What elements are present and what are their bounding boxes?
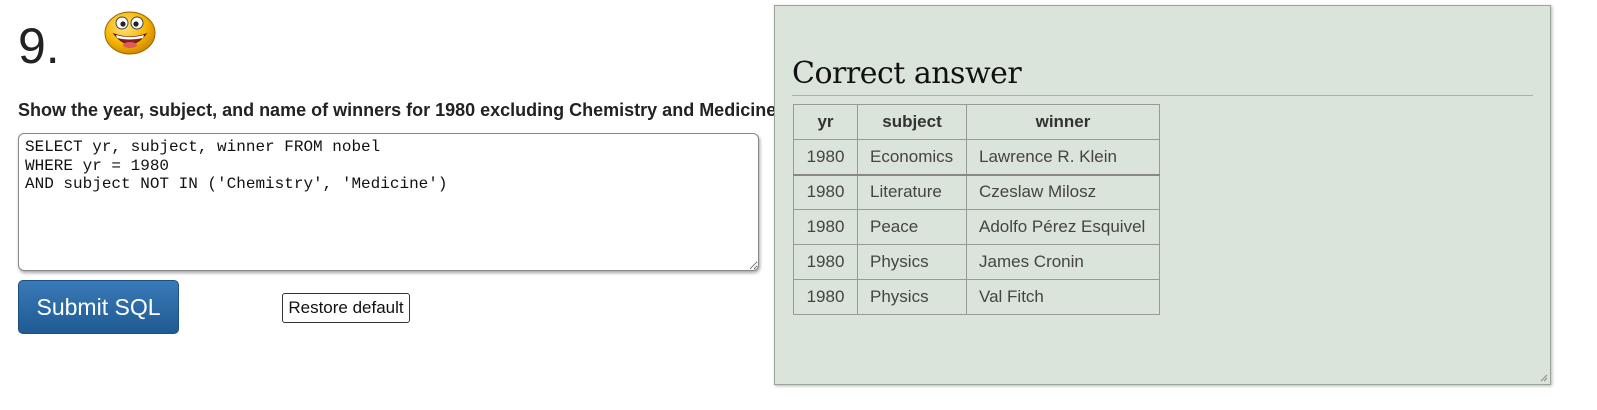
cell-winner: James Cronin xyxy=(966,244,1160,280)
cell-yr: 1980 xyxy=(793,174,858,210)
smiley-face-icon xyxy=(104,11,156,55)
sql-editor[interactable]: SELECT yr, subject, winner FROM nobel WH… xyxy=(18,133,759,271)
table-row: 1980 Peace Adolfo Pérez Esquivel xyxy=(793,209,1160,245)
restore-default-button[interactable]: Restore default xyxy=(282,293,410,323)
table-row: 1980 Economics Lawrence R. Klein xyxy=(793,139,1160,176)
cell-winner: Czeslaw Milosz xyxy=(966,174,1160,210)
table-row: 1980 Physics Val Fitch xyxy=(793,279,1160,315)
column-header-winner: winner xyxy=(966,104,1160,140)
cell-yr: 1980 xyxy=(793,209,858,245)
column-header-subject: subject xyxy=(857,104,967,140)
column-header-yr: yr xyxy=(793,104,858,140)
cell-winner: Adolfo Pérez Esquivel xyxy=(966,209,1160,245)
resize-grip-icon[interactable] xyxy=(1540,374,1548,382)
cell-subject: Peace xyxy=(857,209,967,245)
heading-divider xyxy=(792,95,1533,96)
cell-winner: Lawrence R. Klein xyxy=(966,139,1160,176)
submit-sql-button[interactable]: Submit SQL xyxy=(18,280,179,334)
cell-subject: Economics xyxy=(857,139,967,176)
correct-answer-panel: Correct answer yr subject winner 1980 Ec… xyxy=(774,5,1551,385)
cell-winner: Val Fitch xyxy=(966,279,1160,315)
cell-yr: 1980 xyxy=(793,139,858,176)
question-text: Show the year, subject, and name of winn… xyxy=(18,100,777,120)
cell-subject: Physics xyxy=(857,279,967,315)
table-row: 1980 Physics James Cronin xyxy=(793,244,1160,280)
results-table: yr subject winner 1980 Economics Lawrenc… xyxy=(793,104,1160,315)
page: 9. Show the year, subject, and name of w… xyxy=(0,0,1597,410)
correct-answer-heading: Correct answer xyxy=(792,56,1022,91)
question-number: 9. xyxy=(18,18,60,74)
cell-yr: 1980 xyxy=(793,279,858,315)
table-header-row: yr subject winner xyxy=(793,104,1160,140)
question-area: 9. Show the year, subject, and name of w… xyxy=(18,0,776,410)
cell-yr: 1980 xyxy=(793,244,858,280)
cell-subject: Literature xyxy=(857,174,967,210)
cell-subject: Physics xyxy=(857,244,967,280)
table-row: 1980 Literature Czeslaw Milosz xyxy=(793,174,1160,210)
